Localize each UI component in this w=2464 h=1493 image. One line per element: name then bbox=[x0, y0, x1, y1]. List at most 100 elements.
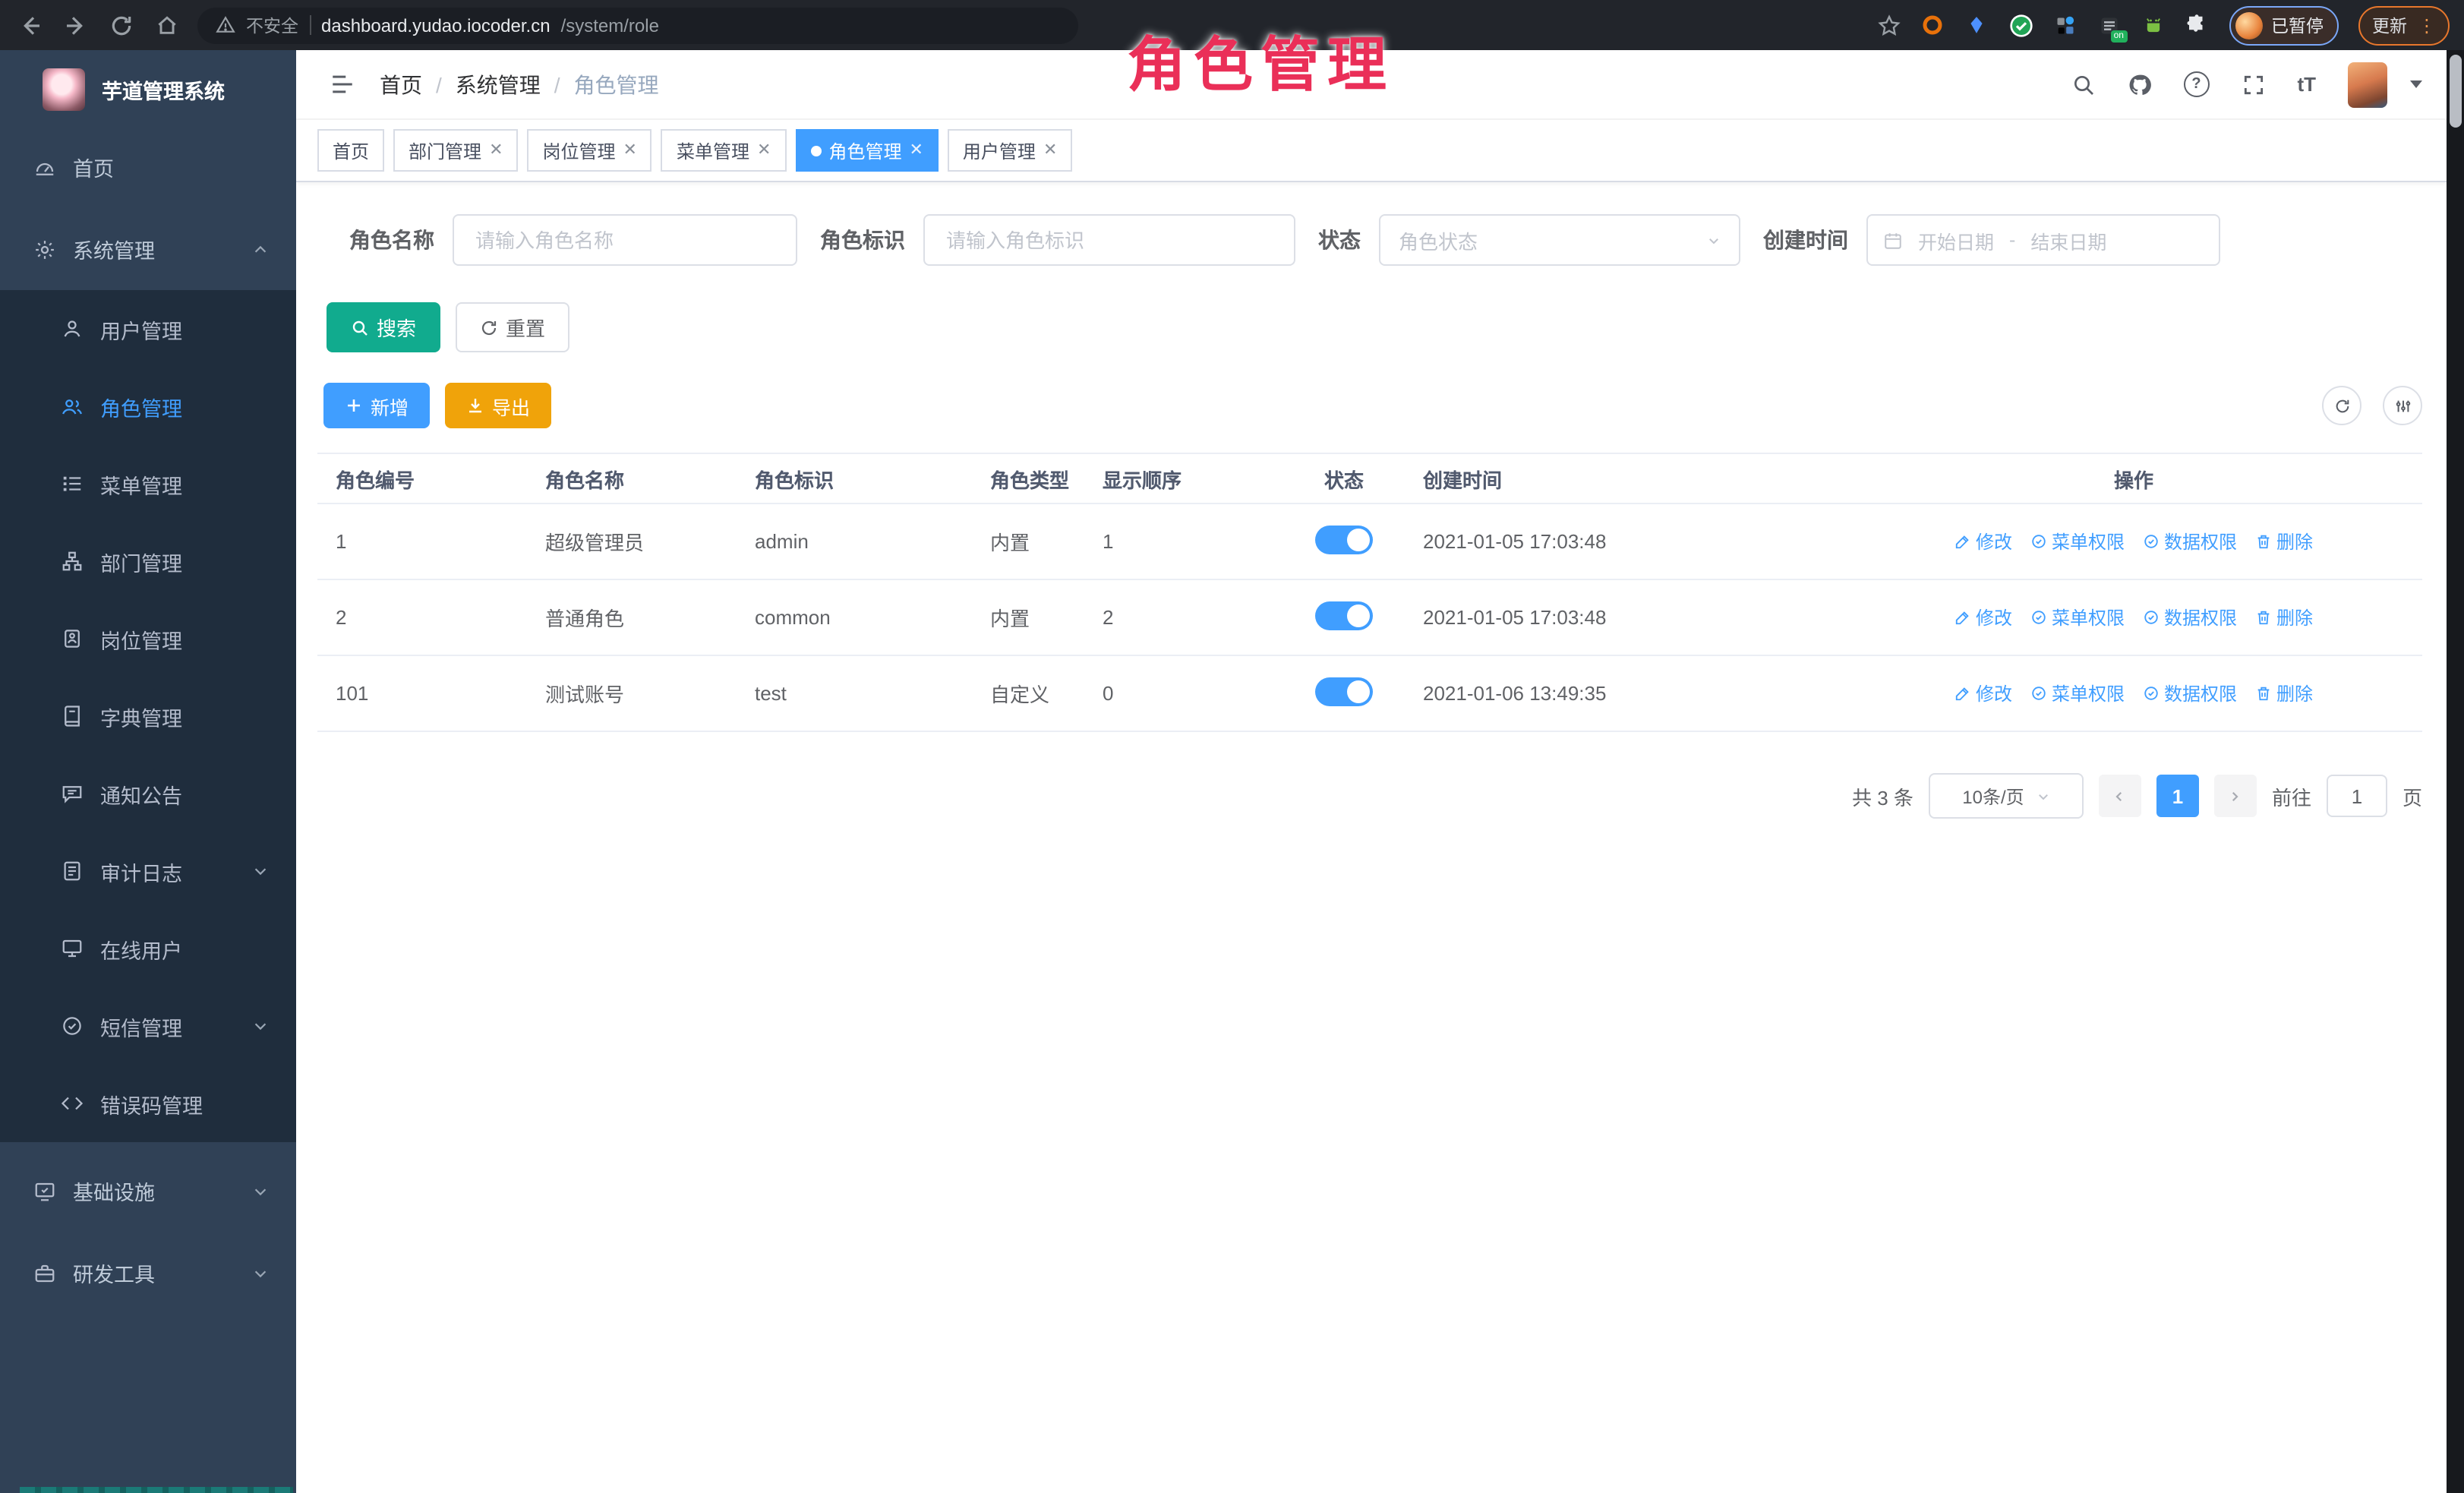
tab-menu[interactable]: 菜单管理✕ bbox=[661, 129, 786, 172]
edit-action[interactable]: 修改 bbox=[1954, 529, 2012, 554]
notice-icon bbox=[61, 782, 84, 805]
add-button[interactable]: 新增 bbox=[323, 383, 430, 428]
chevron-up-icon bbox=[252, 241, 269, 257]
hamburger-icon[interactable] bbox=[330, 71, 355, 97]
date-range-picker[interactable]: 开始日期 - 结束日期 bbox=[1866, 214, 2220, 266]
page-size-select[interactable]: 10条/页 bbox=[1929, 773, 2084, 819]
close-icon[interactable]: ✕ bbox=[489, 142, 503, 159]
breadcrumb-system[interactable]: 系统管理 bbox=[456, 69, 541, 99]
tab-post[interactable]: 岗位管理✕ bbox=[528, 129, 652, 172]
data-permission-action[interactable]: 数据权限 bbox=[2143, 680, 2237, 706]
circle-check-icon bbox=[2030, 533, 2047, 550]
address-bar[interactable]: 不安全 dashboard.yudao.iocoder.cn/system/ro… bbox=[197, 7, 1078, 43]
edit-action[interactable]: 修改 bbox=[1954, 604, 2012, 630]
close-icon[interactable]: ✕ bbox=[757, 142, 771, 159]
tab-user[interactable]: 用户管理✕ bbox=[948, 129, 1072, 172]
extension-green-check-icon[interactable] bbox=[2008, 13, 2033, 37]
app-logo-row[interactable]: 芋道管理系统 bbox=[0, 50, 296, 126]
breadcrumb-home[interactable]: 首页 bbox=[380, 69, 422, 99]
sidebar-item-sms-mgmt[interactable]: 短信管理 bbox=[0, 987, 296, 1065]
sidebar-item-role-mgmt[interactable]: 角色管理 bbox=[0, 368, 296, 445]
browser-update-button[interactable]: 更新 ⋮ bbox=[2358, 5, 2450, 45]
browser-profile-chip[interactable]: 已暂停 bbox=[2229, 5, 2339, 45]
github-icon[interactable] bbox=[2127, 72, 2151, 96]
menu-permission-action[interactable]: 菜单权限 bbox=[2030, 680, 2125, 706]
extension-grid-icon[interactable] bbox=[2052, 13, 2077, 37]
sidebar-item-audit-log[interactable]: 审计日志 bbox=[0, 832, 296, 910]
help-icon[interactable]: ? bbox=[2183, 71, 2209, 97]
search-icon[interactable] bbox=[2071, 72, 2095, 96]
sidebar-item-home[interactable]: 首页 bbox=[0, 126, 296, 208]
sidebar-item-label: 研发工具 bbox=[73, 1258, 155, 1288]
reload-icon[interactable] bbox=[109, 13, 134, 37]
export-button[interactable]: 导出 bbox=[445, 383, 551, 428]
circle-check-icon bbox=[2143, 609, 2160, 626]
status-toggle[interactable] bbox=[1315, 601, 1373, 630]
edit-action[interactable]: 修改 bbox=[1954, 680, 2012, 706]
close-icon[interactable]: ✕ bbox=[623, 142, 637, 159]
action-label: 菜单权限 bbox=[2052, 529, 2125, 554]
delete-action[interactable]: 删除 bbox=[2255, 604, 2313, 630]
menu-permission-action[interactable]: 菜单权限 bbox=[2030, 604, 2125, 630]
browser-menu-icon[interactable]: ⋮ bbox=[2418, 14, 2436, 36]
menu-permission-action[interactable]: 菜单权限 bbox=[2030, 529, 2125, 554]
extension-blue-icon[interactable] bbox=[1964, 13, 1989, 37]
close-icon[interactable]: ✕ bbox=[909, 142, 923, 159]
forward-icon[interactable] bbox=[64, 13, 88, 37]
home-icon[interactable] bbox=[155, 13, 179, 37]
sidebar-item-system[interactable]: 系统管理 bbox=[0, 208, 296, 290]
sidebar-item-error-code[interactable]: 错误码管理 bbox=[0, 1065, 296, 1142]
close-icon[interactable]: ✕ bbox=[1043, 142, 1057, 159]
user-avatar[interactable] bbox=[2348, 62, 2387, 107]
sidebar-item-infra[interactable]: 基础设施 bbox=[0, 1150, 296, 1232]
bookmark-star-icon[interactable] bbox=[1876, 13, 1901, 37]
extensions-puzzle-icon[interactable] bbox=[2185, 13, 2209, 37]
fullscreen-icon[interactable] bbox=[2241, 72, 2265, 96]
current-page-button[interactable]: 1 bbox=[2156, 775, 2199, 817]
scrollbar-thumb[interactable] bbox=[2450, 55, 2462, 128]
goto-page-input[interactable] bbox=[2327, 775, 2387, 817]
role-name-input[interactable] bbox=[472, 227, 778, 253]
sidebar-item-user-mgmt[interactable]: 用户管理 bbox=[0, 290, 296, 368]
sidebar-item-notice[interactable]: 通知公告 bbox=[0, 755, 296, 832]
role-key: admin bbox=[737, 530, 972, 553]
status-toggle[interactable] bbox=[1315, 525, 1373, 554]
back-icon[interactable] bbox=[18, 13, 43, 37]
refresh-table-button[interactable] bbox=[2322, 386, 2361, 425]
page-scrollbar[interactable] bbox=[2447, 50, 2464, 1493]
next-page-button[interactable] bbox=[2214, 775, 2257, 817]
sidebar-item-label: 用户管理 bbox=[100, 314, 182, 344]
delete-action[interactable]: 删除 bbox=[2255, 680, 2313, 706]
dashboard-icon bbox=[33, 156, 56, 178]
delete-action[interactable]: 删除 bbox=[2255, 529, 2313, 554]
profile-badge-label: 已暂停 bbox=[2271, 13, 2324, 37]
search-button[interactable]: 搜索 bbox=[327, 302, 440, 352]
reset-button[interactable]: 重置 bbox=[456, 302, 569, 352]
sidebar-item-label: 错误码管理 bbox=[100, 1088, 203, 1119]
sidebar-item-dept-mgmt[interactable]: 部门管理 bbox=[0, 522, 296, 600]
sidebar-submenu-system: 用户管理 角色管理 菜单管理 部门管理 岗位管理 字典管理 bbox=[0, 290, 296, 1142]
tab-home[interactable]: 首页 bbox=[317, 129, 384, 172]
extension-android-icon[interactable] bbox=[2141, 13, 2165, 37]
data-permission-action[interactable]: 数据权限 bbox=[2143, 604, 2237, 630]
tab-dept[interactable]: 部门管理✕ bbox=[393, 129, 518, 172]
profile-avatar bbox=[2235, 11, 2262, 39]
sidebar-item-dict-mgmt[interactable]: 字典管理 bbox=[0, 677, 296, 755]
table-row: 2 普通角色 common 内置 2 2021-01-05 17:03:48 修… bbox=[317, 580, 2422, 656]
extension-orange-icon[interactable] bbox=[1920, 13, 1945, 37]
sidebar-item-dev-tools[interactable]: 研发工具 bbox=[0, 1232, 296, 1314]
extension-dark-on-icon[interactable]: on bbox=[2096, 13, 2121, 37]
role-key-input[interactable] bbox=[943, 227, 1276, 253]
prev-page-button[interactable] bbox=[2099, 775, 2141, 817]
column-settings-button[interactable] bbox=[2383, 386, 2422, 425]
data-permission-action[interactable]: 数据权限 bbox=[2143, 529, 2237, 554]
avatar-caret-icon[interactable] bbox=[2410, 80, 2422, 88]
sidebar-item-menu-mgmt[interactable]: 菜单管理 bbox=[0, 445, 296, 522]
status-toggle[interactable] bbox=[1315, 677, 1373, 705]
font-size-icon[interactable]: tT bbox=[2297, 73, 2316, 96]
sidebar-item-online-users[interactable]: 在线用户 bbox=[0, 910, 296, 987]
sidebar-item-post-mgmt[interactable]: 岗位管理 bbox=[0, 600, 296, 677]
tab-role[interactable]: 角色管理✕ bbox=[795, 129, 938, 172]
sidebar-item-label: 部门管理 bbox=[100, 546, 182, 576]
status-select[interactable]: 角色状态 bbox=[1379, 214, 1740, 266]
